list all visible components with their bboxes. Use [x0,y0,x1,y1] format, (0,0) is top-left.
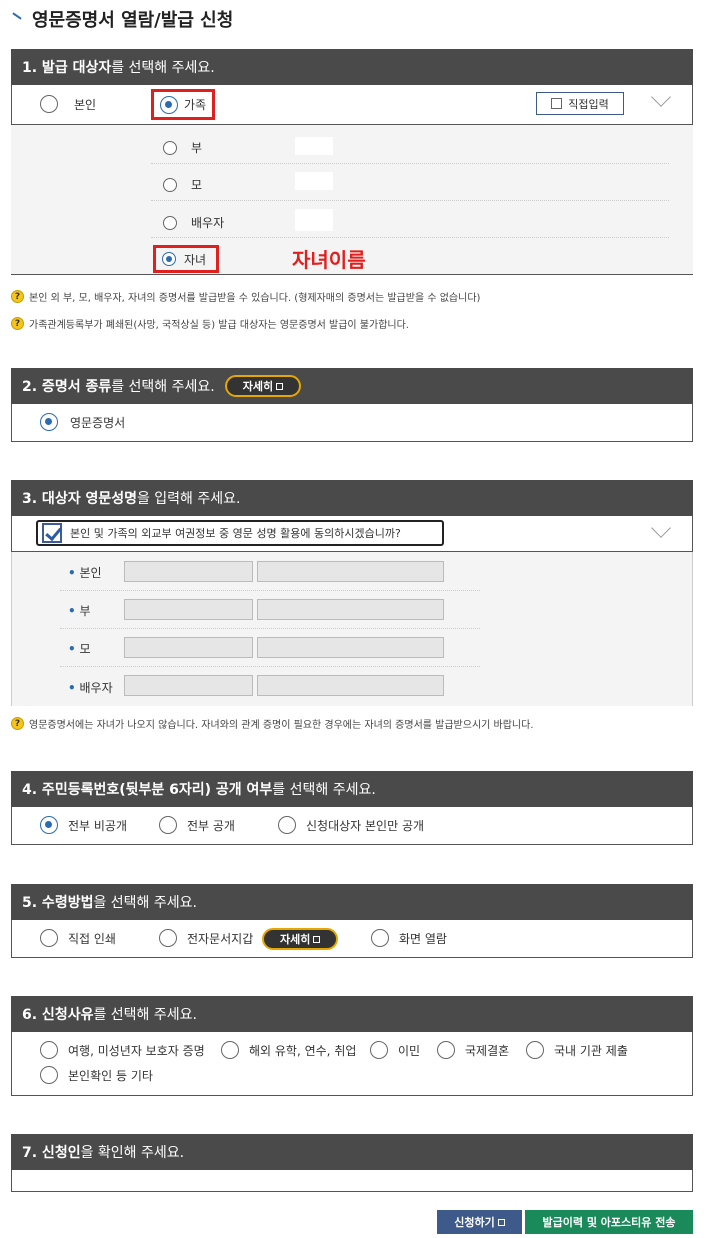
list-item: 부 [151,127,669,164]
reason-travel-option[interactable]: 여행, 미성년자 보호자 증명 [40,1041,205,1059]
rrn-all-public-option[interactable]: 전부 공개 [159,816,235,834]
mother-surname-input[interactable] [124,637,253,658]
target-self-option[interactable]: 본인 [40,95,96,113]
table-row: • 모 [60,629,480,667]
page-title: 영문증명서 열람/발급 신청 [10,6,233,32]
question-icon: ? [11,717,24,730]
spouse-surname-input[interactable] [124,675,253,696]
table-row: • 배우자 [60,667,480,705]
target-family-radio[interactable] [160,95,178,114]
english-name-table: • 본인 • 부 • 모 • 배우자 [11,552,693,706]
family-mother-option[interactable]: 모 [163,176,202,193]
rrn-all-private-option[interactable]: 전부 비공개 [40,816,127,834]
reason-study-option[interactable]: 해외 유학, 연수, 취업 [221,1041,356,1059]
section6-header: 6. 신청사유를 선택해 주세요. [11,996,693,1032]
section2-header: 2. 증명서 종류를 선택해 주세요. 자세히 [11,368,693,404]
section3-header: 3. 대상자 영문성명을 입력해 주세요. [11,480,693,516]
external-link-icon [497,1218,505,1226]
receive-screen-radio[interactable] [371,929,389,947]
target-family-option[interactable]: 가족 [151,89,215,120]
manual-input-button[interactable]: 직접입력 [536,92,624,115]
reason-domestic-radio[interactable] [526,1041,544,1059]
reason-other-option[interactable]: 본인확인 등 기타 [40,1066,153,1084]
section3-consent-row: 본인 및 가족의 외교부 여권정보 중 영문 성명 활용에 동의하시겠습니까? [11,516,693,552]
reason-domestic-option[interactable]: 국내 기관 제출 [526,1041,628,1059]
question-icon: ? [11,317,24,330]
section4-body: 전부 비공개 전부 공개 신청대상자 본인만 공개 [11,807,693,845]
family-child-option[interactable]: 자녀 [153,245,219,273]
spouse-name-value [295,209,333,231]
section1-note-1: ? 본인 외 부, 모, 배우자, 자녀의 증명서를 발급받을 수 있습니다. … [11,289,480,304]
title-mark-icon [10,12,24,26]
reason-marriage-radio[interactable] [437,1041,455,1059]
father-given-name-input[interactable] [257,599,444,620]
family-spouse-option[interactable]: 배우자 [163,214,224,231]
apply-button[interactable]: 신청하기 [437,1210,522,1234]
rrn-all-private-radio[interactable] [40,816,58,834]
section4-header: 4. 주민등록번호(뒷부분 6자리) 공개 여부를 선택해 주세요. [11,771,693,807]
issue-history-button[interactable]: 발급이력 및 아포스티유 전송 [525,1210,693,1234]
father-radio[interactable] [163,140,177,155]
target-self-radio[interactable] [40,95,58,113]
reason-other-radio[interactable] [40,1066,58,1084]
section5-body: 직접 인쇄 전자문서지갑 자세히 화면 열람 [11,920,693,958]
section6-body: 여행, 미성년자 보호자 증명 해외 유학, 연수, 취업 이민 국제결혼 국내… [11,1032,693,1096]
reason-travel-radio[interactable] [40,1041,58,1059]
section5-header: 5. 수령방법을 선택해 주세요. [11,884,693,920]
section1-note-2: ? 가족관계등록부가 폐쇄된(사망, 국적상실 등) 발급 대상자는 영문증명서… [11,316,409,331]
section1-header: 1. 발급 대상자를 선택해 주세요. [11,49,693,85]
table-row: • 본인 [60,552,480,591]
self-surname-input[interactable] [124,561,253,582]
section3-note: ? 영문증명서에는 자녀가 나오지 않습니다. 자녀와의 관계 증명이 필요한 … [11,716,534,731]
section1-target-row: 본인 가족 직접입력 [11,85,693,125]
receive-print-radio[interactable] [40,929,58,947]
section5-detail-button[interactable]: 자세히 [262,928,339,950]
family-member-list: 부 모 배우자 자녀 자녀이름 [11,125,693,275]
rrn-self-only-radio[interactable] [278,816,296,834]
certificate-english-radio[interactable] [40,413,58,431]
chevron-down-icon[interactable] [651,87,671,107]
mother-radio[interactable] [163,177,177,192]
section2-body: 영문증명서 [11,404,693,442]
certificate-english-option[interactable]: 영문증명서 [40,413,125,431]
section7-header: 7. 신청인을 확인해 주세요. [11,1134,693,1170]
reason-emigration-radio[interactable] [370,1041,388,1059]
receive-wallet-option[interactable]: 전자문서지갑 [159,929,253,947]
chevron-down-icon[interactable] [651,518,671,538]
self-given-name-input[interactable] [257,561,444,582]
rrn-self-only-option[interactable]: 신청대상자 본인만 공개 [278,816,424,834]
question-icon: ? [11,290,24,303]
reason-emigration-option[interactable]: 이민 [370,1041,420,1059]
reason-marriage-option[interactable]: 국제결혼 [437,1041,509,1059]
family-father-option[interactable]: 부 [163,139,202,156]
list-item: 모 [151,164,669,201]
child-name-label: 자녀이름 [292,248,366,272]
reason-study-radio[interactable] [221,1041,239,1059]
external-link-icon [313,935,321,943]
mother-given-name-input[interactable] [257,637,444,658]
section2-detail-button[interactable]: 자세히 [224,375,302,397]
section7-body [11,1170,693,1192]
spouse-given-name-input[interactable] [257,675,444,696]
passport-consent-checkbox[interactable]: 본인 및 가족의 외교부 여권정보 중 영문 성명 활용에 동의하시겠습니까? [36,520,444,546]
father-name-value [295,137,333,155]
list-item: 배우자 [151,201,669,238]
child-radio[interactable] [162,252,176,266]
receive-print-option[interactable]: 직접 인쇄 [40,929,116,947]
table-row: • 부 [60,591,480,629]
manual-input-checkbox[interactable] [551,98,563,109]
father-surname-input[interactable] [124,599,253,620]
spouse-radio[interactable] [163,215,177,230]
external-link-icon [276,382,284,390]
mother-name-value [295,172,333,190]
receive-wallet-radio[interactable] [159,929,177,947]
rrn-all-public-radio[interactable] [159,816,177,834]
receive-screen-option[interactable]: 화면 열람 [371,929,447,947]
consent-check-icon[interactable] [42,523,62,543]
